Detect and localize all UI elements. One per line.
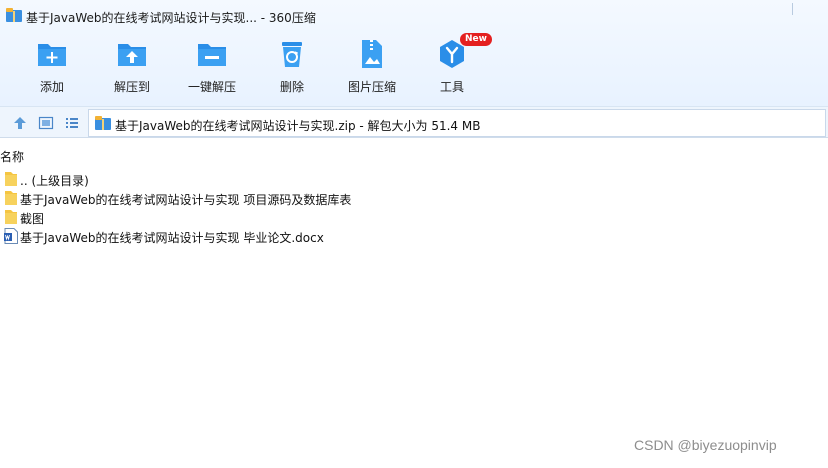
extract-to-label: 解压到 xyxy=(113,80,150,94)
list-item-label: 基于JavaWeb的在线考试网站设计与实现 项目源码及数据库表 xyxy=(20,193,352,207)
zip-file-icon xyxy=(95,116,111,130)
image-compress-label: 图片压缩 xyxy=(347,80,396,94)
address-bar: 基于JavaWeb的在线考试网站设计与实现.zip - 解包大小为 51.4 M… xyxy=(0,106,828,138)
column-header-name[interactable]: 名称 xyxy=(0,148,24,165)
list-item-label: 截图 xyxy=(20,212,45,226)
image-compress-button[interactable]: 图片压缩 xyxy=(332,38,412,98)
one-click-extract-icon xyxy=(198,44,226,66)
list-item-thesis-docx[interactable]: 基于JavaWeb的在线考试网站设计与实现 毕业论文.docx xyxy=(2,227,602,245)
add-label: 添加 xyxy=(39,80,64,94)
add-button[interactable]: 添加 xyxy=(12,38,92,98)
list-item-source-folder[interactable]: 基于JavaWeb的在线考试网站设计与实现 项目源码及数据库表 xyxy=(2,189,602,207)
list-item-label: .. (上级目录) xyxy=(20,174,89,188)
list-item-label: 基于JavaWeb的在线考试网站设计与实现 毕业论文.docx xyxy=(20,231,324,245)
window-title: 基于JavaWeb的在线考试网站设计与实现... - 360压缩 xyxy=(26,11,316,25)
archive-icon xyxy=(6,8,22,22)
up-arrow-icon[interactable] xyxy=(12,115,28,131)
extract-folder-icon xyxy=(118,44,146,66)
list-item-parent[interactable]: .. (上级目录) xyxy=(2,170,602,188)
tools-button[interactable]: New 工具 xyxy=(412,33,492,98)
one-click-extract-button[interactable]: 一键解压 xyxy=(172,38,252,98)
list-view-icon[interactable] xyxy=(64,115,80,131)
folder-icon xyxy=(5,191,17,205)
watermark: CSDN @biyezuopinvip xyxy=(634,437,777,453)
folder-icon xyxy=(5,210,17,224)
list-item-screenshots-folder[interactable]: 截图 xyxy=(2,208,602,226)
path-field[interactable]: 基于JavaWeb的在线考试网站设计与实现.zip - 解包大小为 51.4 M… xyxy=(88,109,826,137)
file-list: 名称 .. (上级目录) 基于JavaWeb的在线考试网站设计与实现 项目源码及… xyxy=(0,138,828,468)
extract-to-button[interactable]: 解压到 xyxy=(92,38,172,98)
recycle-bin-icon xyxy=(282,42,302,67)
folder-icon xyxy=(5,172,17,186)
new-badge: New xyxy=(460,33,492,46)
tools-label: 工具 xyxy=(439,80,464,94)
one-click-extract-label: 一键解压 xyxy=(187,80,236,94)
add-file-icon xyxy=(38,44,66,66)
window-chrome: 基于JavaWeb的在线考试网站设计与实现... - 360压缩 添加 解压到 … xyxy=(0,0,828,106)
toolbar: 添加 解压到 一键解压 删除 图片压缩 New 工具 xyxy=(0,30,828,106)
app-window: 基于JavaWeb的在线考试网站设计与实现... - 360压缩 添加 解压到 … xyxy=(0,0,828,468)
path-text: 基于JavaWeb的在线考试网站设计与实现.zip - 解包大小为 51.4 M… xyxy=(115,119,481,133)
delete-label: 删除 xyxy=(279,80,304,94)
detail-view-icon[interactable] xyxy=(38,115,54,131)
image-compress-icon xyxy=(362,40,382,68)
title-divider xyxy=(792,3,793,15)
title-bar[interactable]: 基于JavaWeb的在线考试网站设计与实现... - 360压缩 xyxy=(0,0,828,30)
delete-button[interactable]: 删除 xyxy=(252,38,332,98)
word-document-icon xyxy=(4,228,18,244)
